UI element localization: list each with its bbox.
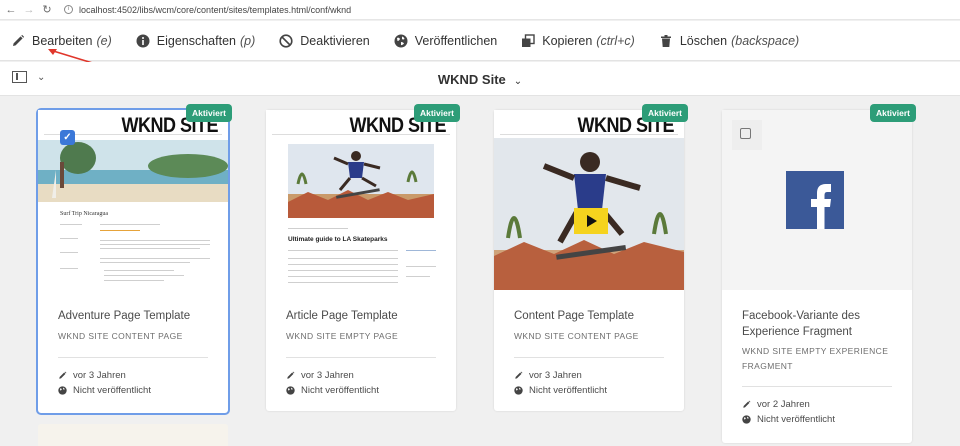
action-bar: Bearbeiten (e) Eigenschaften (p) Deaktiv… xyxy=(0,21,960,61)
template-card[interactable]: Aktiviert WKND SITE Surf Trip Nicaragua … xyxy=(36,104,232,415)
selection-checkbox[interactable]: ✓ xyxy=(60,130,75,145)
publish-label: Veröffentlichen xyxy=(414,33,498,48)
globe-icon xyxy=(286,386,296,395)
properties-label: Eigenschaften xyxy=(156,33,236,48)
pencil-icon xyxy=(742,400,752,409)
trash-icon xyxy=(658,33,674,49)
divider xyxy=(742,386,892,387)
card-subtitle: WKND SITE EMPTY EXPERIENCE FRAGMENT xyxy=(742,346,889,371)
card-title: Article Page Template xyxy=(286,310,398,322)
browser-address-bar: ← → ↻ i localhost:4502/libs/wcm/core/con… xyxy=(0,0,960,20)
status-badge: Aktiviert xyxy=(869,104,916,122)
site-info-icon[interactable]: i xyxy=(64,5,73,14)
modified-text: vor 3 Jahren xyxy=(529,370,582,381)
surf-photo xyxy=(38,140,228,202)
copy-button[interactable]: Kopieren (ctrl+c) xyxy=(520,33,635,49)
delete-label: Löschen xyxy=(679,33,728,48)
publish-meta: Nicht veröffentlicht xyxy=(286,383,436,398)
selection-checkbox-area[interactable] xyxy=(732,120,762,150)
publish-status: Nicht veröffentlicht xyxy=(757,414,835,425)
back-icon[interactable]: ← xyxy=(4,4,18,16)
modified-meta: vor 3 Jahren xyxy=(514,368,664,383)
url-text: localhost:4502/libs/wcm/core/content/sit… xyxy=(79,4,352,15)
pencil-icon xyxy=(10,33,26,49)
chevron-down-icon: ⌄ xyxy=(513,76,523,87)
template-thumbnail: WKND SITE Ultimate guide to LA Skatepark… xyxy=(266,110,456,290)
modified-meta: vor 3 Jahren xyxy=(286,368,436,383)
publish-status: Nicht veröffentlicht xyxy=(529,385,607,396)
template-thumbnail xyxy=(722,110,912,290)
delete-button[interactable]: Löschen (backspace) xyxy=(658,33,799,49)
modified-meta: vor 2 Jahren xyxy=(742,397,892,412)
card-title: Facebook-Variante des Experience Fragmen… xyxy=(742,310,861,338)
card-body: Article Page Template WKND SITE EMPTY PA… xyxy=(266,290,456,398)
publish-status: Nicht veröffentlicht xyxy=(73,385,151,396)
modified-meta: vor 3 Jahren xyxy=(58,368,208,383)
divider xyxy=(272,134,450,135)
deactivate-button[interactable]: Deaktivieren xyxy=(278,33,370,49)
edit-shortcut: (e) xyxy=(96,33,112,48)
pencil-icon xyxy=(514,371,524,380)
globe-icon xyxy=(514,386,524,395)
properties-button[interactable]: Eigenschaften (p) xyxy=(135,33,256,49)
template-card-partial[interactable] xyxy=(38,424,228,446)
template-card[interactable]: Aktiviert Facebook-Variante des Experien… xyxy=(722,104,916,443)
template-card[interactable]: Aktiviert WKND SITE Content Page Templat… xyxy=(494,104,688,411)
globe-icon xyxy=(393,33,409,49)
disable-icon xyxy=(278,33,294,49)
publish-status: Nicht veröffentlicht xyxy=(301,385,379,396)
edit-label: Bearbeiten xyxy=(32,33,93,48)
info-icon xyxy=(135,33,151,49)
facebook-icon xyxy=(786,171,844,229)
card-subtitle: WKND SITE CONTENT PAGE xyxy=(514,331,639,341)
site-title[interactable]: WKND Site ⌄ xyxy=(0,72,960,87)
deactivate-label: Deaktivieren xyxy=(300,33,370,48)
copy-icon xyxy=(520,33,536,49)
card-title: Content Page Template xyxy=(514,310,634,322)
publish-button[interactable]: Veröffentlichen xyxy=(393,33,497,49)
publish-meta: Nicht veröffentlicht xyxy=(742,412,892,427)
skate-video-thumbnail xyxy=(494,138,684,290)
article-heading: Surf Trip Nicaragua xyxy=(60,211,108,217)
template-card[interactable]: Aktiviert WKND SITE Ultimate guide to LA… xyxy=(266,104,460,411)
status-badge: Aktiviert xyxy=(185,104,232,122)
edit-button[interactable]: Bearbeiten (e) xyxy=(10,33,112,49)
pencil-icon xyxy=(58,371,68,380)
status-badge: Aktiviert xyxy=(413,104,460,122)
card-title: Adventure Page Template xyxy=(58,310,191,322)
globe-icon xyxy=(58,386,68,395)
divider xyxy=(514,357,664,358)
card-subtitle: WKND SITE EMPTY PAGE xyxy=(286,331,399,341)
article-heading: Ultimate guide to LA Skateparks xyxy=(288,236,388,243)
copy-shortcut: (ctrl+c) xyxy=(596,33,635,48)
divider xyxy=(58,357,208,358)
url-field[interactable]: i localhost:4502/libs/wcm/core/content/s… xyxy=(64,5,351,15)
card-body: Adventure Page Template WKND SITE CONTEN… xyxy=(38,290,228,398)
template-thumbnail: WKND SITE xyxy=(494,110,684,290)
publish-meta: Nicht veröffentlicht xyxy=(58,383,208,398)
title-bar: ⌄ WKND Site ⌄ xyxy=(0,62,960,96)
status-badge: Aktiviert xyxy=(641,104,688,122)
divider xyxy=(286,357,436,358)
site-title-label: WKND Site xyxy=(437,72,506,87)
selection-checkbox[interactable] xyxy=(740,128,751,139)
card-body: Facebook-Variante des Experience Fragmen… xyxy=(722,290,912,427)
card-subtitle: WKND SITE CONTENT PAGE xyxy=(58,331,183,341)
delete-shortcut: (backspace) xyxy=(731,33,800,48)
publish-meta: Nicht veröffentlicht xyxy=(514,383,664,398)
modified-text: vor 2 Jahren xyxy=(757,399,810,410)
globe-icon xyxy=(742,415,752,424)
divider xyxy=(500,134,678,135)
skate-photo xyxy=(288,144,434,218)
forward-icon[interactable]: → xyxy=(22,4,36,16)
reload-icon[interactable]: ↻ xyxy=(40,3,54,16)
modified-text: vor 3 Jahren xyxy=(73,370,126,381)
copy-label: Kopieren xyxy=(542,33,593,48)
pencil-icon xyxy=(286,371,296,380)
card-body: Content Page Template WKND SITE CONTENT … xyxy=(494,290,684,398)
modified-text: vor 3 Jahren xyxy=(301,370,354,381)
properties-shortcut: (p) xyxy=(239,33,256,48)
